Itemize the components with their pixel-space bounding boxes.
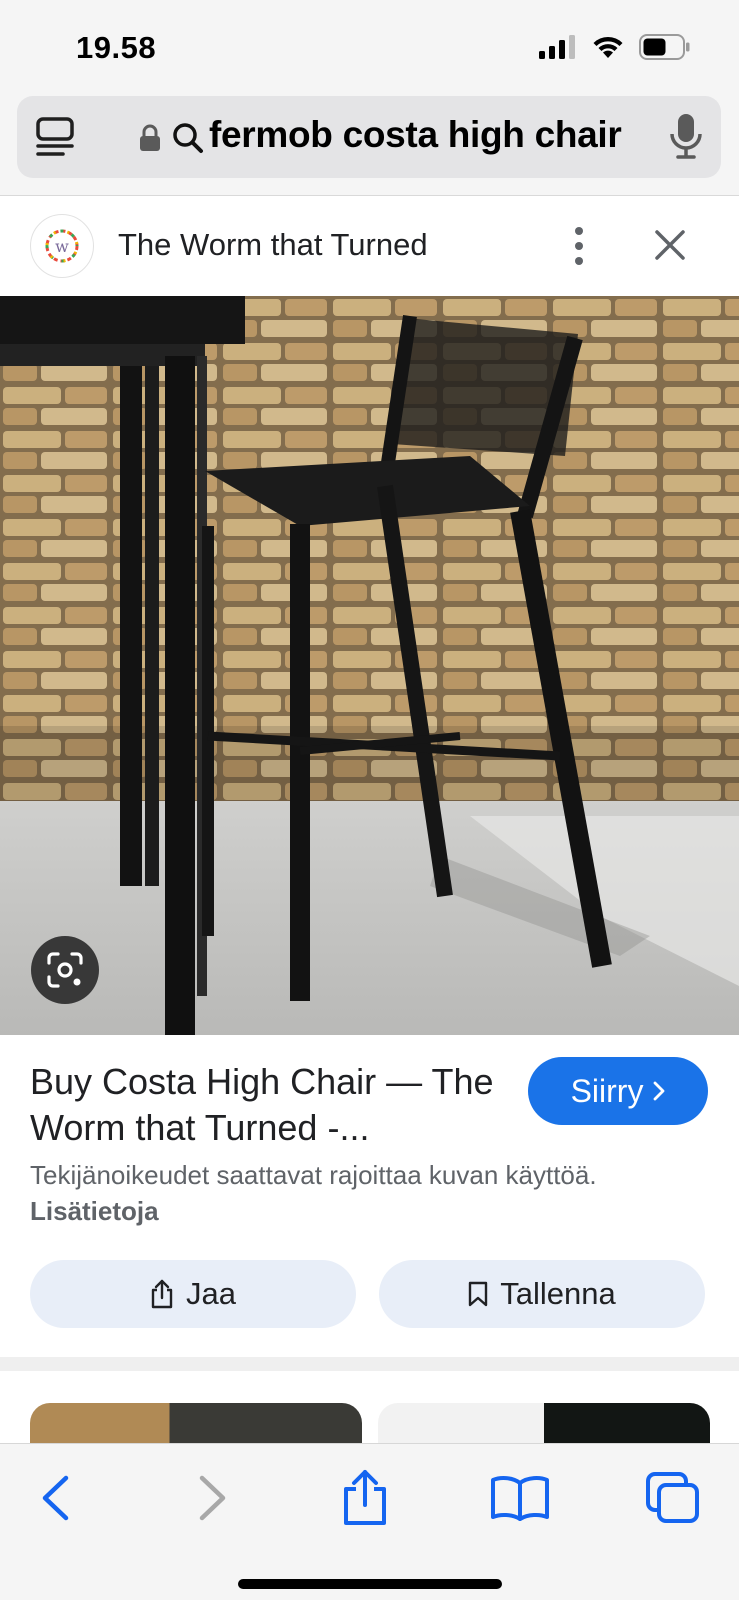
search-icon: [173, 123, 203, 153]
address-bar[interactable]: fermob costa high chair: [17, 96, 721, 178]
share-button[interactable]: Jaa: [30, 1260, 356, 1328]
result-info: Buy Costa High Chair — The Worm that Tur…: [0, 1035, 739, 1360]
more-vert-icon[interactable]: [564, 223, 594, 269]
site-favicon-icon: w: [30, 214, 94, 278]
forward-button[interactable]: [178, 1466, 248, 1530]
copyright-notice: Tekijänoikeudet saattavat rajoittaa kuva…: [30, 1157, 630, 1229]
bookmark-icon: [469, 1281, 488, 1307]
home-indicator[interactable]: [238, 1579, 502, 1589]
copyright-text: Tekijänoikeudet saattavat rajoittaa kuva…: [30, 1160, 597, 1190]
bookmarks-button[interactable]: [485, 1466, 555, 1530]
more-info-link[interactable]: Lisätietoja: [30, 1196, 159, 1226]
chevron-right-icon: [654, 1081, 665, 1101]
lock-icon: [140, 124, 160, 151]
share-icon: [344, 1470, 386, 1525]
forward-arrow-icon: [199, 1475, 226, 1521]
save-button-label: Tallenna: [500, 1276, 616, 1311]
back-arrow-icon: [42, 1475, 69, 1521]
source-header: w The Worm that Turned: [0, 197, 739, 295]
share-icon: [151, 1279, 173, 1309]
visit-button[interactable]: Siirry: [528, 1057, 708, 1125]
address-bar-area: fermob costa high chair: [0, 96, 739, 196]
lens-icon[interactable]: [31, 936, 99, 1004]
tabs-button[interactable]: [638, 1466, 708, 1530]
signal-icon: [539, 35, 575, 59]
related-images: [0, 1371, 739, 1443]
browser-toolbar: [0, 1443, 739, 1600]
back-button[interactable]: [20, 1466, 90, 1530]
url-text[interactable]: fermob costa high chair: [209, 114, 622, 156]
section-divider: [0, 1357, 739, 1371]
svg-text:w: w: [55, 237, 69, 256]
status-time: 19.58: [76, 30, 157, 65]
tab-overview-icon[interactable]: [35, 116, 75, 158]
result-title[interactable]: Buy Costa High Chair — The Worm that Tur…: [30, 1059, 500, 1151]
source-name[interactable]: The Worm that Turned: [118, 227, 428, 263]
toolbar-share-button[interactable]: [330, 1466, 400, 1530]
visit-button-label: Siirry: [570, 1072, 644, 1109]
close-icon[interactable]: [652, 227, 688, 263]
battery-icon: [639, 34, 690, 60]
status-icons: [539, 34, 691, 60]
bookmarks-book-icon: [491, 1476, 549, 1521]
save-button[interactable]: Tallenna: [379, 1260, 705, 1328]
product-photo: [0, 296, 739, 1035]
related-image-thumbnail[interactable]: [378, 1403, 710, 1443]
status-bar: 19.58: [0, 0, 739, 96]
share-button-label: Jaa: [186, 1276, 236, 1311]
wifi-icon: [593, 36, 623, 58]
microphone-icon[interactable]: [669, 112, 703, 160]
result-image[interactable]: [0, 296, 739, 1035]
tabs-icon: [646, 1472, 699, 1523]
related-image-thumbnail[interactable]: [30, 1403, 362, 1443]
